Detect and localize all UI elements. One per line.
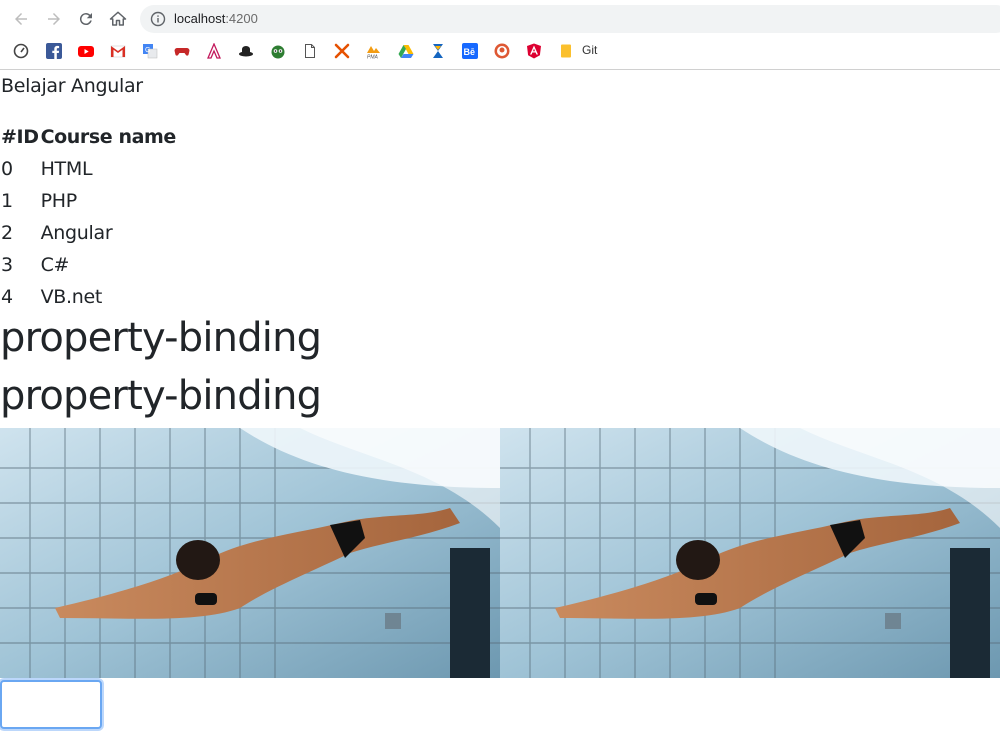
document-icon (305, 44, 315, 58)
translate-icon: G (143, 44, 158, 59)
url-host: localhost (174, 11, 226, 26)
home-icon (109, 11, 127, 26)
row-course-name: HTML (40, 158, 93, 180)
back-arrow-icon (15, 13, 27, 25)
property-binding-heading-2: property-binding (0, 373, 322, 419)
row-id: 3 (1, 254, 13, 276)
bookmark-angular[interactable] (525, 42, 543, 60)
angular-icon (527, 43, 541, 59)
bookmark-x[interactable] (333, 42, 351, 60)
table-row: 3 C# (0, 249, 177, 281)
bookmark-folder-label[interactable]: Git (582, 43, 597, 57)
forward-button[interactable] (43, 8, 65, 30)
reload-icon (79, 13, 92, 26)
gmail-icon (110, 45, 126, 58)
url-text: localhost:4200 (174, 11, 258, 26)
courses-table: #ID Course name 0 HTML 1 PHP 2 Angular 3… (0, 121, 177, 313)
bookmark-hat[interactable] (237, 42, 255, 60)
svg-text:Bē: Bē (464, 47, 476, 57)
bookmark-hourglass[interactable] (429, 42, 447, 60)
x-icon (334, 43, 350, 59)
row-course-name: C# (40, 254, 70, 276)
bookmark-duckduckgo[interactable] (493, 42, 511, 60)
home-button[interactable] (107, 8, 129, 30)
bookmark-drive[interactable] (397, 42, 415, 60)
bookmark-translate[interactable]: G (141, 42, 159, 60)
row-course-name: PHP (40, 190, 78, 212)
phpmyadmin-icon: PMA (367, 46, 380, 60)
bookmark-gmail[interactable] (109, 42, 127, 60)
bookmark-folder[interactable] (557, 42, 575, 60)
address-bar[interactable]: localhost:4200 (140, 5, 1000, 33)
speed-icon (13, 43, 29, 59)
back-button[interactable] (10, 8, 32, 30)
bookmark-facebook[interactable] (45, 42, 63, 60)
youtube-icon (78, 46, 94, 57)
forward-arrow-icon (48, 13, 60, 25)
row-id: 0 (1, 158, 13, 180)
bookmark-behance[interactable]: Bē (461, 42, 479, 60)
info-icon[interactable] (150, 11, 166, 27)
image-row (0, 428, 1000, 678)
drive-icon (398, 45, 414, 58)
svg-text:PMA: PMA (367, 55, 379, 60)
bookmark-monster[interactable] (269, 42, 287, 60)
assassin-icon (207, 43, 221, 59)
swimmer-image-1 (0, 428, 500, 678)
table-row: 4 VB.net (0, 281, 177, 313)
row-id: 4 (1, 286, 13, 308)
header-course-name: Course name (40, 126, 177, 148)
url-port: :4200 (225, 11, 258, 26)
table-row: 0 HTML (0, 153, 177, 185)
facebook-icon (46, 43, 62, 59)
bookmark-phpmyadmin[interactable]: PMA (365, 42, 383, 60)
row-id: 1 (1, 190, 13, 212)
table-header-row: #ID Course name (0, 121, 177, 153)
table-row: 1 PHP (0, 185, 177, 217)
bookmark-document[interactable] (301, 42, 319, 60)
folder-icon (561, 44, 571, 58)
behance-icon: Bē (462, 43, 478, 59)
app-title: Belajar Angular (1, 75, 143, 97)
property-binding-heading-1: property-binding (0, 315, 322, 361)
table-row: 2 Angular (0, 217, 177, 249)
bookmark-youtube[interactable] (77, 42, 95, 60)
swimmer-image-2 (500, 428, 1000, 678)
bookmarks-bar: G PMA Bē Git (0, 40, 1000, 62)
monster-icon (271, 45, 285, 59)
bookmark-speed[interactable] (12, 42, 30, 60)
bookmark-assassin[interactable] (205, 42, 223, 60)
row-course-name: Angular (40, 222, 113, 244)
browser-chrome: localhost:4200 G PMA Bē Git (0, 0, 1000, 70)
header-id: #ID (1, 126, 39, 148)
row-id: 2 (1, 222, 13, 244)
reload-button[interactable] (75, 8, 97, 30)
row-course-name: VB.net (40, 286, 103, 308)
text-input[interactable] (0, 680, 102, 729)
duckduckgo-icon (494, 43, 510, 59)
gamepad-icon (174, 48, 190, 56)
hat-icon (239, 46, 253, 57)
svg-text:G: G (145, 47, 150, 54)
hourglass-icon (433, 44, 443, 58)
bookmark-gamepad[interactable] (173, 42, 191, 60)
